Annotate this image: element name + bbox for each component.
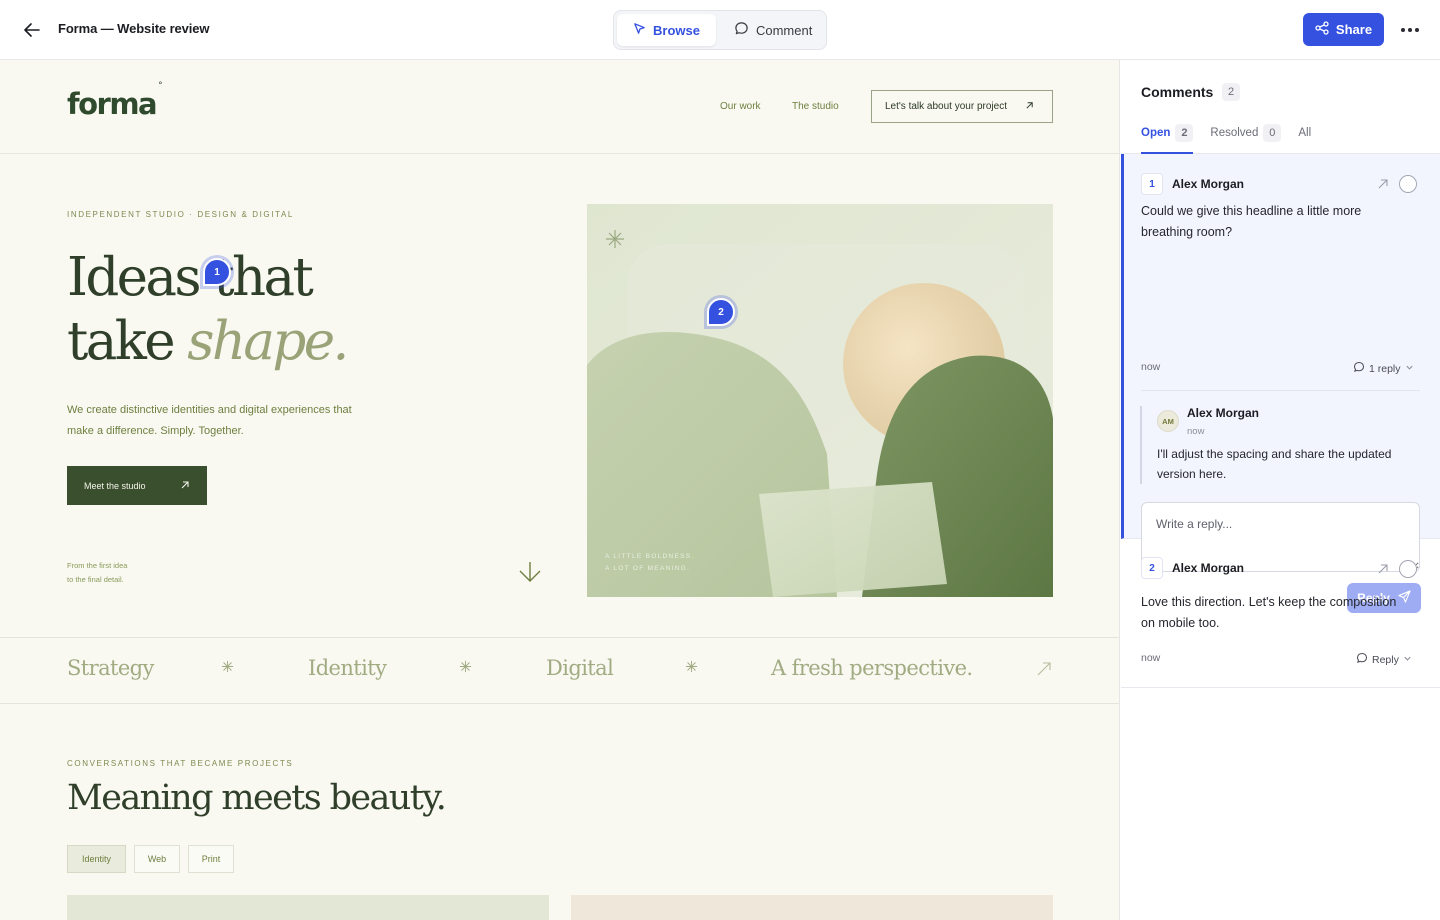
strip-strategy: Strategy	[67, 656, 154, 680]
arrow-up-right-icon	[180, 480, 190, 492]
reply-body: I'll adjust the spacing and share the up…	[1157, 447, 1392, 481]
comments-title: Comments	[1141, 84, 1214, 100]
resolve-checkbox[interactable]	[1399, 175, 1417, 193]
comment-icon	[1356, 652, 1368, 667]
back-arrow-icon[interactable]	[20, 18, 44, 42]
open-count-badge: 2	[1175, 124, 1194, 142]
meet-the-studio-label: Meet the studio	[84, 480, 146, 491]
site-logo[interactable]: forma°	[67, 81, 163, 121]
replies-count-label: 1 reply	[1369, 362, 1401, 375]
reply-item: AM Alex Morgan now I'll adjust the spaci…	[1140, 406, 1420, 484]
thread-number-badge: 1	[1141, 173, 1163, 195]
share-icon	[1315, 21, 1329, 38]
thread-number-badge: 2	[1141, 557, 1163, 579]
share-label: Share	[1335, 22, 1373, 37]
nav-link-the-studio[interactable]: The studio	[792, 101, 839, 112]
document-title: Forma — Website review	[58, 21, 210, 36]
comment-body: Love this direction. Let's keep the comp…	[1141, 595, 1397, 630]
comment-body: Could we give this headline a little mor…	[1141, 204, 1362, 239]
project-card-preview[interactable]	[67, 895, 549, 920]
chevron-down-icon	[1405, 363, 1414, 375]
arrow-up-right-icon[interactable]	[1036, 661, 1052, 682]
site-header: forma° Our work The studio Let's talk ab…	[0, 60, 1119, 154]
scroll-down-arrow-icon[interactable]	[517, 560, 543, 589]
jump-to-pin-icon[interactable]	[1377, 177, 1389, 195]
section-eyebrow: CONVERSATIONS THAT BECAME PROJECTS	[67, 759, 294, 768]
share-button[interactable]: Share	[1303, 13, 1384, 46]
section-title: Meaning meets beauty.	[67, 778, 447, 818]
chevron-down-icon	[1403, 654, 1412, 666]
comment-mode-button[interactable]: Comment	[718, 14, 828, 46]
browse-mode-button[interactable]: Browse	[617, 14, 716, 46]
hero-note: From the first idea to the final detail.	[67, 561, 128, 584]
comment-time: now	[1141, 361, 1161, 373]
website-preview-canvas[interactable]: forma° Our work The studio Let's talk ab…	[0, 60, 1120, 920]
hero-artwork: A LITTLE BOLDNESS. A LOT OF MEANING.	[587, 204, 1053, 597]
tab-all[interactable]: All	[1298, 122, 1311, 154]
comments-header: Comments 2 Open 2 Resolved 0 All	[1121, 60, 1440, 154]
project-card-preview[interactable]	[571, 895, 1053, 920]
strip-identity: Identity	[308, 656, 387, 680]
comments-tabs: Open 2 Resolved 0 All	[1141, 122, 1311, 154]
top-bar: Forma — Website review Browse Comment Sh…	[0, 0, 1440, 60]
tab-open[interactable]: Open 2	[1141, 122, 1194, 154]
comment-pin-2[interactable]: 2	[707, 298, 735, 326]
mode-toggle: Browse Comment	[613, 10, 827, 50]
thread-author: Alex Morgan	[1172, 561, 1245, 575]
comment-pin-1[interactable]: 1	[203, 258, 231, 286]
reply-time: now	[1187, 426, 1205, 437]
nav-link-our-work[interactable]: Our work	[720, 101, 761, 112]
comment-mode-label: Comment	[755, 22, 813, 38]
filter-chip-print[interactable]: Print	[188, 845, 234, 873]
comment-icon	[1353, 361, 1365, 376]
artwork-caption: A LITTLE BOLDNESS. A LOT OF MEANING.	[605, 553, 695, 572]
services-strip: Strategy Identity Digital A fresh perspe…	[0, 637, 1119, 704]
reply-author: Alex Morgan	[1187, 406, 1260, 420]
comments-count-badge: 2	[1222, 83, 1240, 101]
hero-eyebrow: INDEPENDENT STUDIO · DESIGN & DIGITAL	[67, 210, 294, 219]
arrow-up-right-icon	[1025, 101, 1034, 113]
more-options-icon[interactable]	[1396, 18, 1424, 42]
strip-fresh-perspective: A fresh perspective.	[771, 656, 973, 680]
comment-thread-1[interactable]: 1 Alex Morgan Could we give this headlin…	[1121, 154, 1440, 613]
tab-resolved[interactable]: Resolved 0	[1210, 122, 1282, 154]
resolve-checkbox[interactable]	[1399, 560, 1417, 578]
hero-intro: We create distinctive identities and dig…	[67, 404, 352, 437]
reply-toggle[interactable]: Reply	[1356, 652, 1412, 667]
comments-panel: Comments 2 Open 2 Resolved 0 All 1 Alex …	[1121, 60, 1440, 920]
cursor-icon	[633, 22, 646, 38]
asterisk-icon	[221, 660, 234, 678]
comment-icon	[734, 21, 749, 39]
project-cta-button[interactable]: Let's talk about your project	[871, 90, 1053, 123]
filter-chip-identity[interactable]: Identity	[67, 845, 126, 873]
asterisk-icon	[459, 660, 472, 678]
browse-mode-label: Browse	[653, 22, 700, 38]
thread-author: Alex Morgan	[1172, 177, 1245, 191]
replies-toggle[interactable]: 1 reply	[1353, 361, 1414, 376]
meet-the-studio-button[interactable]: Meet the studio	[67, 466, 207, 505]
filter-chip-web[interactable]: Web	[134, 845, 180, 873]
asterisk-icon	[685, 660, 698, 678]
avatar: AM	[1157, 410, 1179, 432]
strip-digital: Digital	[546, 656, 614, 680]
comment-time: now	[1141, 652, 1161, 664]
project-cta-label: Let's talk about your project	[885, 101, 1007, 112]
divider	[1141, 390, 1420, 391]
comment-thread-2[interactable]: 2 Alex Morgan Love this direction. Let's…	[1121, 539, 1440, 688]
reply-label: Reply	[1372, 653, 1399, 666]
resolved-count-badge: 0	[1263, 124, 1282, 142]
jump-to-pin-icon[interactable]	[1377, 562, 1389, 580]
